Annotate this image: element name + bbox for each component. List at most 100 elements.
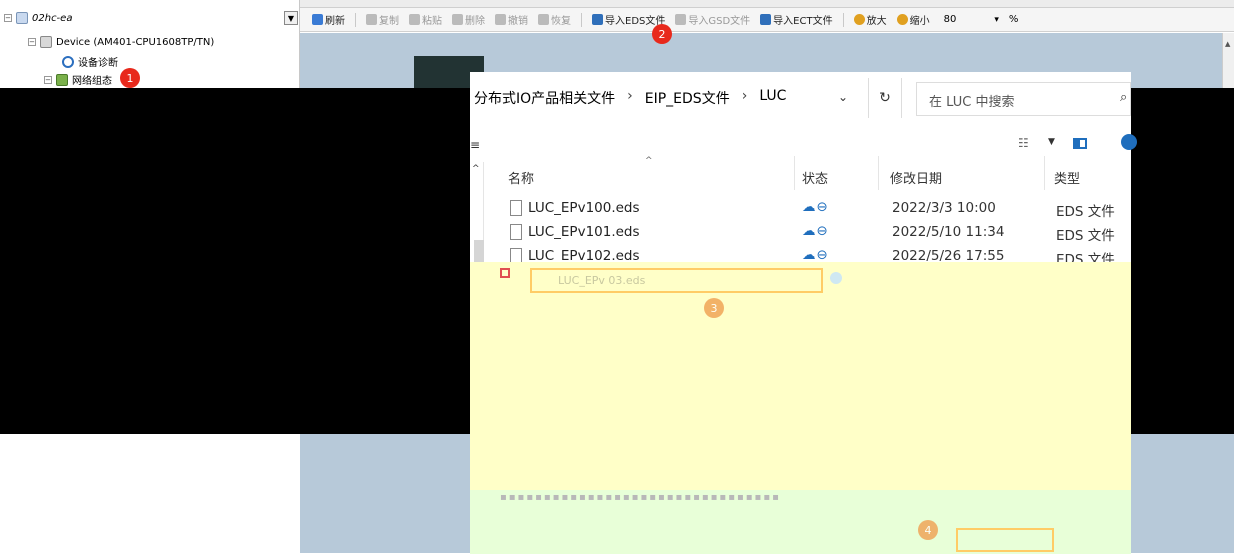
file-row[interactable]: LUC_EPv100.eds ☁⊖ 2022/3/3 10:00 EDS 文件 xyxy=(484,198,1131,222)
import-gsd-icon xyxy=(675,14,687,25)
import-eds-button[interactable]: 导入EDS文件 xyxy=(592,12,665,27)
toolbar-separator xyxy=(581,12,582,27)
search-input[interactable]: 在 LUC 中搜索 xyxy=(916,82,1131,116)
refresh-label: 刷新 xyxy=(325,16,345,27)
file-name: LUC_EPv100.eds xyxy=(528,200,640,216)
preview-pane-icon[interactable] xyxy=(1073,138,1087,149)
tree-item-diagnostics[interactable]: 设备诊断 xyxy=(62,54,118,69)
delete-label: 删除 xyxy=(465,16,485,27)
delete-icon xyxy=(452,14,463,25)
open-button[interactable] xyxy=(956,528,1054,552)
import-eds-icon xyxy=(592,14,603,25)
column-header-date[interactable]: 修改日期 xyxy=(890,168,942,190)
zoom-out-icon xyxy=(896,14,908,25)
redacted-region-left xyxy=(0,88,470,434)
sort-ascending-icon: ^ xyxy=(645,156,653,166)
filename-dropdown-icon[interactable] xyxy=(830,272,842,284)
redo-label: 恢复 xyxy=(551,16,571,27)
address-bar[interactable]: 分布式IO产品相关文件 › EIP_EDS文件 › LUC ⌄ ↻ 在 LUC … xyxy=(470,72,1131,126)
toolbar-separator xyxy=(355,12,356,27)
breadcrumb-item[interactable]: LUC xyxy=(759,88,786,108)
zoom-value-field[interactable]: 80 xyxy=(944,14,957,25)
search-icon[interactable]: ⌕ xyxy=(1120,90,1127,105)
device-icon xyxy=(40,36,52,48)
collapse-icon[interactable]: − xyxy=(4,14,12,22)
tree-item-network[interactable]: − 网络组态 xyxy=(44,72,112,87)
delete-button[interactable]: 删除 xyxy=(452,12,485,27)
copy-button[interactable]: 复制 xyxy=(366,12,399,27)
undo-label: 撤销 xyxy=(508,16,528,27)
file-status: ☁⊖ xyxy=(802,223,829,239)
column-header-type[interactable]: 类型 xyxy=(1054,168,1080,190)
file-date: 2022/5/10 11:34 xyxy=(892,224,1005,240)
zoom-in-label: 放大 xyxy=(866,16,887,27)
import-ect-icon xyxy=(760,14,772,25)
zoom-in-button[interactable]: 放大 xyxy=(853,12,887,27)
column-header-name[interactable]: 名称 xyxy=(508,168,534,190)
redo-button[interactable]: 恢复 xyxy=(538,12,571,27)
scroll-up-icon[interactable]: ^ xyxy=(472,164,480,174)
breadcrumb-item[interactable]: 分布式IO产品相关文件 xyxy=(474,88,615,108)
paste-button[interactable]: 粘贴 xyxy=(409,12,442,27)
file-date: 2022/3/3 10:00 xyxy=(892,200,996,216)
tree-project-label: 02hc-ea xyxy=(32,12,73,24)
tree-dropdown-button[interactable]: ▼ xyxy=(284,11,298,25)
refresh-icon xyxy=(312,14,323,25)
file-type: EDS 文件 xyxy=(1056,228,1115,244)
column-divider[interactable] xyxy=(878,156,879,190)
file-type: EDS 文件 xyxy=(1056,204,1115,220)
file-type-filter-strip: ▪▪▪▪▪▪▪▪▪▪▪▪▪▪▪▪▪▪▪▪▪▪▪▪▪▪▪▪▪▪▪▪ xyxy=(500,492,781,503)
import-ect-button[interactable]: 导入ECT文件 xyxy=(760,12,833,27)
import-ect-label: 导入ECT文件 xyxy=(773,16,833,27)
refresh-button[interactable]: 刷新 xyxy=(312,12,345,27)
file-status: ☁⊖ xyxy=(802,247,829,263)
zoom-dropdown-icon[interactable]: ▾ xyxy=(994,15,999,25)
project-icon xyxy=(16,12,28,24)
breadcrumb: 分布式IO产品相关文件 › EIP_EDS文件 › LUC xyxy=(474,88,786,108)
undo-button[interactable]: 撤销 xyxy=(495,12,528,27)
chevron-right-icon: › xyxy=(627,88,633,104)
file-row[interactable]: LUC_EPv101.eds ☁⊖ 2022/5/10 11:34 EDS 文件 xyxy=(484,222,1131,246)
tree-item-project[interactable]: − 02hc-ea xyxy=(4,12,72,24)
dialog-toolbar: ≡ ☷ ▼ xyxy=(470,126,1137,162)
toolbar-separator xyxy=(842,12,844,27)
obscured-file-list xyxy=(470,262,1131,492)
tree-item-device[interactable]: − Device (AM401-CPU1608TP/TN) xyxy=(28,36,214,48)
column-divider[interactable] xyxy=(1044,156,1045,190)
network-toolbar: 刷新 复制 粘贴 删除 撤销 恢复 导入EDS文件 导入GSD文件 导入ECT文… xyxy=(300,8,1234,32)
callout-badge-2: 2 xyxy=(652,24,672,44)
magnifier-icon xyxy=(62,55,74,68)
breadcrumb-item[interactable]: EIP_EDS文件 xyxy=(645,88,730,108)
callout-badge-1: 1 xyxy=(120,68,140,88)
callout-badge-3: 3 xyxy=(704,298,724,318)
help-icon[interactable] xyxy=(1121,134,1137,150)
file-type-icon xyxy=(500,268,510,278)
filename-input[interactable]: LUC_EPv 03.eds xyxy=(530,268,823,293)
zoom-unit-label: % xyxy=(1008,14,1019,25)
view-options-icon[interactable]: ☷ xyxy=(1018,136,1029,150)
copy-icon xyxy=(366,14,377,25)
chevron-down-icon[interactable]: ▼ xyxy=(1048,137,1055,147)
zoom-out-button[interactable]: 缩小 xyxy=(896,12,930,27)
copy-label: 复制 xyxy=(379,16,399,27)
collapse-icon[interactable]: − xyxy=(44,75,52,84)
file-status: ☁⊖ xyxy=(802,199,829,215)
zoom-in-icon xyxy=(853,14,865,25)
column-header-status[interactable]: 状态 xyxy=(802,168,828,190)
collapse-icon[interactable]: − xyxy=(28,38,36,46)
folder-refresh-button[interactable]: ↻ xyxy=(868,78,902,118)
zoom-out-label: 缩小 xyxy=(909,16,930,27)
callout-badge-4: 4 xyxy=(918,520,938,540)
chevron-down-icon[interactable]: ⌄ xyxy=(838,90,848,104)
file-icon xyxy=(510,224,522,240)
column-divider[interactable] xyxy=(794,156,795,190)
tree-device-label: Device (AM401-CPU1608TP/TN) xyxy=(56,36,215,48)
refresh-icon: ↻ xyxy=(879,90,891,106)
screenshot-root: − 02hc-ea − Device (AM401-CPU1608TP/TN) … xyxy=(0,0,1234,554)
scroll-up-icon[interactable]: ▲ xyxy=(1225,40,1230,48)
paste-label: 粘贴 xyxy=(422,16,442,27)
paste-icon xyxy=(409,14,420,25)
import-gsd-button[interactable]: 导入GSD文件 xyxy=(675,12,750,27)
redacted-region-right xyxy=(1131,88,1234,434)
truncated-label: ≡ xyxy=(470,138,481,152)
